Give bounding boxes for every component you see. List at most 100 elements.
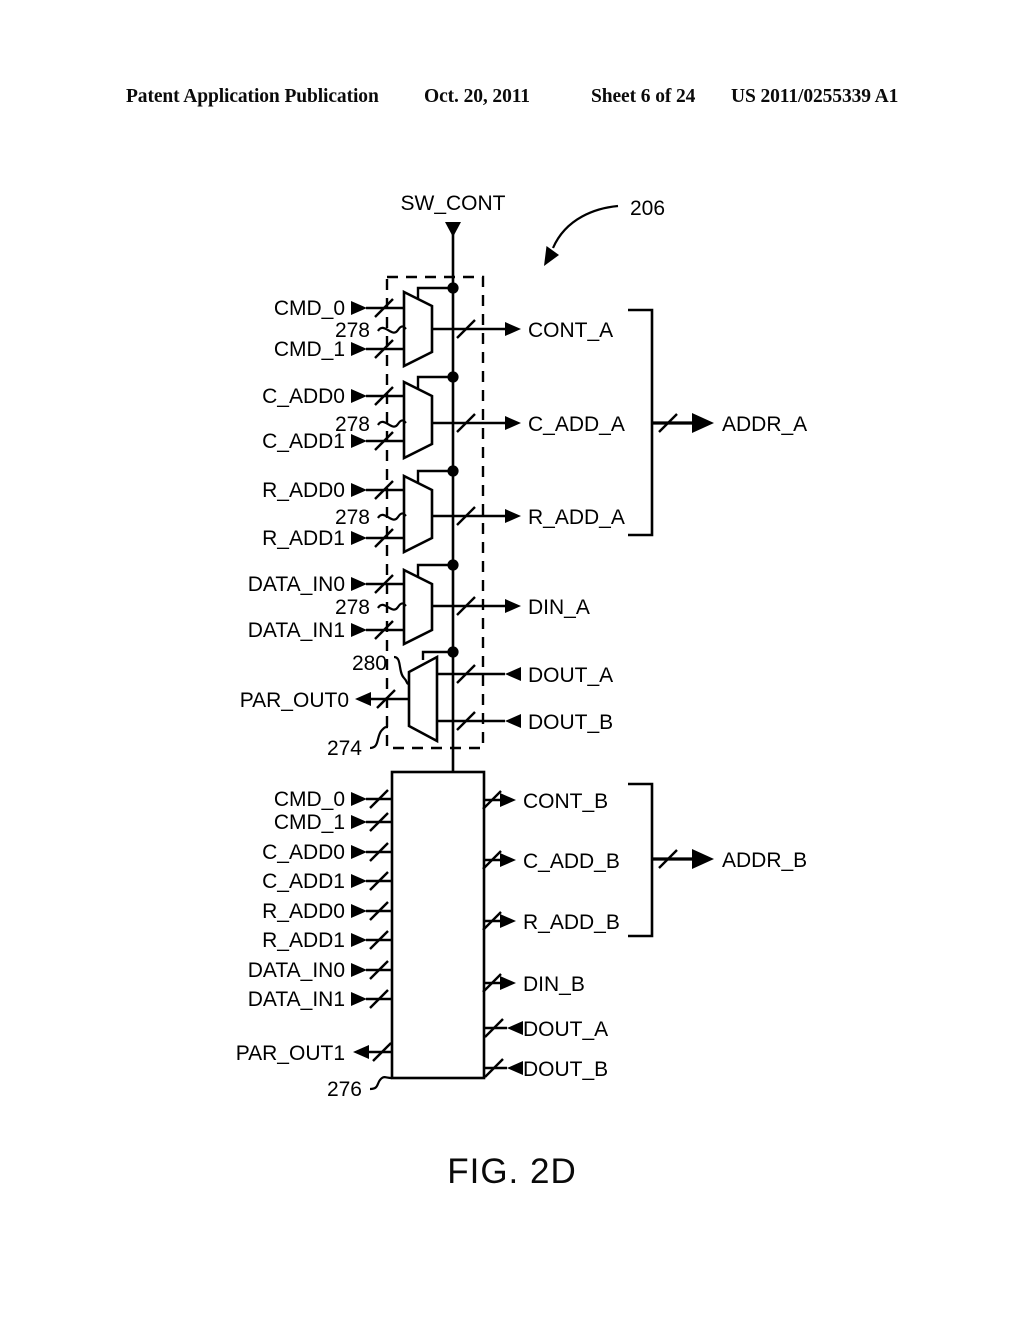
ref-274-leader [369,725,389,750]
output-arrow-r-add-a [505,509,521,523]
mux-278-cmd [402,289,434,369]
input-arrow-c-add1 [351,434,367,448]
bracket-addr-a: ADDR_A [628,308,807,537]
demux-row-parout0: PAR_OUT0 DOUT_A DOUT_B 280 [240,646,613,744]
output-arrow-cont-b [500,793,516,807]
output-arrow-cont-a [505,322,521,336]
input-arrow-cmd-0 [351,301,367,315]
block-276-inputs: CMD_0 CMD_1 C_ADD0 C_ADD1 R_ADD0 R_ADD1 … [236,788,393,1065]
input-arrow-r-add1 [351,531,367,545]
junction-dot-cadd [447,371,459,383]
junction-dot-cmd [447,282,459,294]
input-label-b-c-add1: C_ADD1 [262,870,345,893]
input-arrow-dout-b-top [505,714,521,728]
output-arrow-c-add-b [500,853,516,867]
output-label-din-b: DIN_B [523,973,585,996]
ref-278-radd-leader [377,512,407,521]
input-arrow-dout-a-top [505,667,521,681]
ref-278-cadd: 278 [335,413,370,436]
output-arrow-addr-a [692,413,714,433]
input-arrow-b-cmd-0 [351,792,367,806]
sw-cont-label: SW_CONT [401,192,506,215]
input-label-b-c-add0: C_ADD0 [262,841,345,864]
ref-280-leader [393,655,410,686]
mux-row-radd: R_ADD0 R_ADD1 R_ADD_A 278 [262,465,625,555]
junction-dot-radd [447,465,459,477]
input-label-r-add1: R_ADD1 [262,527,345,550]
input-label-cmd-0: CMD_0 [274,297,345,320]
output-label-r-add-b: R_ADD_B [523,911,620,934]
input-label-c-add0: C_ADD0 [262,385,345,408]
demux-280 [407,654,439,744]
output-label-c-add-a: C_ADD_A [528,413,625,436]
output-arrow-addr-b [692,849,714,869]
output-arrow-b-par-out1 [353,1045,369,1059]
input-label-b-cmd-1: CMD_1 [274,811,345,834]
mux-278-datain [402,567,434,647]
patent-page: Patent Application Publication Oct. 20, … [0,0,1024,1320]
input-label-data-in0: DATA_IN0 [248,573,345,596]
junction-dot-demux [447,646,459,658]
output-arrow-c-add-a [505,416,521,430]
input-arrow-b-data-in0 [351,963,367,977]
output-arrow-din-a [505,599,521,613]
output-label-c-add-b: C_ADD_B [523,850,620,873]
input-arrow-dout-b-bottom [507,1061,523,1075]
output-label-addr-b: ADDR_B [722,849,807,872]
ref-274-group: 274 [327,725,389,760]
ref-276-label: 276 [327,1078,362,1101]
input-label-c-add1: C_ADD1 [262,430,345,453]
input-arrow-data-in0 [351,577,367,591]
input-arrow-b-data-in1 [351,992,367,1006]
block-276-outputs: CONT_B C_ADD_B R_ADD_B DIN_B DOUT_A DOUT… [481,789,620,1081]
ref-278-radd: 278 [335,506,370,529]
ref-274-label: 274 [327,737,362,760]
input-arrow-cmd-1 [351,342,367,356]
input-arrow-b-c-add0 [351,845,367,859]
input-label-dout-a-bottom: DOUT_A [523,1018,608,1041]
ref-278-cmd-leader [377,325,407,334]
output-arrow-din-b [500,976,516,990]
output-label-cont-a: CONT_A [528,319,613,342]
input-label-b-data-in1: DATA_IN1 [248,988,345,1011]
ref-278-cadd-leader [377,419,407,428]
block-276 [390,770,486,1080]
input-label-dout-b-top: DOUT_B [528,711,613,734]
figure-caption: FIG. 2D [447,1152,577,1191]
callout-206: 206 [544,197,665,266]
mux-row-datain: DATA_IN0 DATA_IN1 DIN_A 278 [248,559,590,647]
ref-278-cmd: 278 [335,319,370,342]
input-arrow-b-r-add0 [351,904,367,918]
input-arrow-dout-a-bottom [507,1021,523,1035]
bracket-addr-b: ADDR_B [628,782,807,938]
ref-280-label: 280 [352,652,387,675]
input-label-b-r-add1: R_ADD1 [262,929,345,952]
output-label-b-par-out1: PAR_OUT1 [236,1042,345,1065]
callout-206-label: 206 [630,197,665,220]
input-arrow-b-c-add1 [351,874,367,888]
mux-row-cadd: C_ADD0 C_ADD1 C_ADD_A 278 [262,371,625,461]
junction-dot-datain [447,559,459,571]
output-label-par-out0: PAR_OUT0 [240,689,349,712]
output-arrow-r-add-b [500,914,516,928]
input-arrow-b-r-add1 [351,933,367,947]
output-label-cont-b: CONT_B [523,790,608,813]
ref-278-datain: 278 [335,596,370,619]
input-label-data-in1: DATA_IN1 [248,619,345,642]
ref-276-leader [369,1076,393,1091]
input-arrow-b-cmd-1 [351,815,367,829]
mux-278-cadd [402,379,434,461]
input-label-b-cmd-0: CMD_0 [274,788,345,811]
mux-row-cmd: CMD_0 CMD_1 CONT_A 278 [274,282,613,369]
ref-278-datain-leader [377,602,407,611]
figure-2d-drawing: SW_CONT 206 CMD_0 CMD_1 CONT_A 278 C_ADD… [236,192,808,1101]
output-label-din-a: DIN_A [528,596,590,619]
mux-278-radd [402,473,434,555]
input-arrow-c-add0 [351,389,367,403]
output-label-r-add-a: R_ADD_A [528,506,625,529]
output-label-addr-a: ADDR_A [722,413,807,436]
input-arrow-data-in1 [351,623,367,637]
input-arrow-r-add0 [351,483,367,497]
input-label-b-data-in0: DATA_IN0 [248,959,345,982]
input-label-dout-b-bottom: DOUT_B [523,1058,608,1081]
